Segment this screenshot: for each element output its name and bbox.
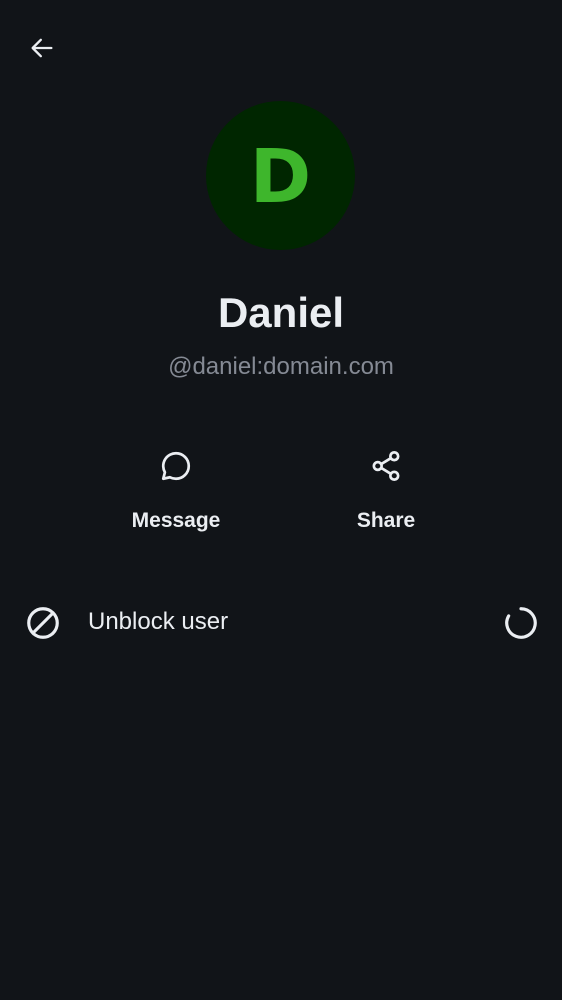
avatar-initial: D bbox=[249, 133, 312, 220]
block-icon bbox=[24, 604, 62, 642]
message-button[interactable]: Message bbox=[96, 440, 256, 550]
back-button[interactable] bbox=[20, 28, 64, 72]
display-name: Daniel bbox=[217, 289, 345, 336]
share-label: Share bbox=[356, 509, 416, 532]
arrow-left-icon bbox=[28, 34, 56, 67]
chat-bubble-icon bbox=[150, 440, 202, 492]
loading-spinner-icon bbox=[502, 604, 540, 642]
unblock-user-label: Unblock user bbox=[88, 608, 229, 635]
share-icon bbox=[360, 440, 412, 492]
user-profile-screen: D Daniel @daniel:domain.com Message Shar… bbox=[0, 0, 562, 1000]
message-label: Message bbox=[131, 509, 221, 532]
share-button[interactable]: Share bbox=[306, 440, 466, 550]
unblock-user-row[interactable]: Unblock user bbox=[0, 590, 562, 654]
user-id: @daniel:domain.com bbox=[168, 353, 394, 380]
avatar[interactable]: D bbox=[206, 101, 355, 250]
